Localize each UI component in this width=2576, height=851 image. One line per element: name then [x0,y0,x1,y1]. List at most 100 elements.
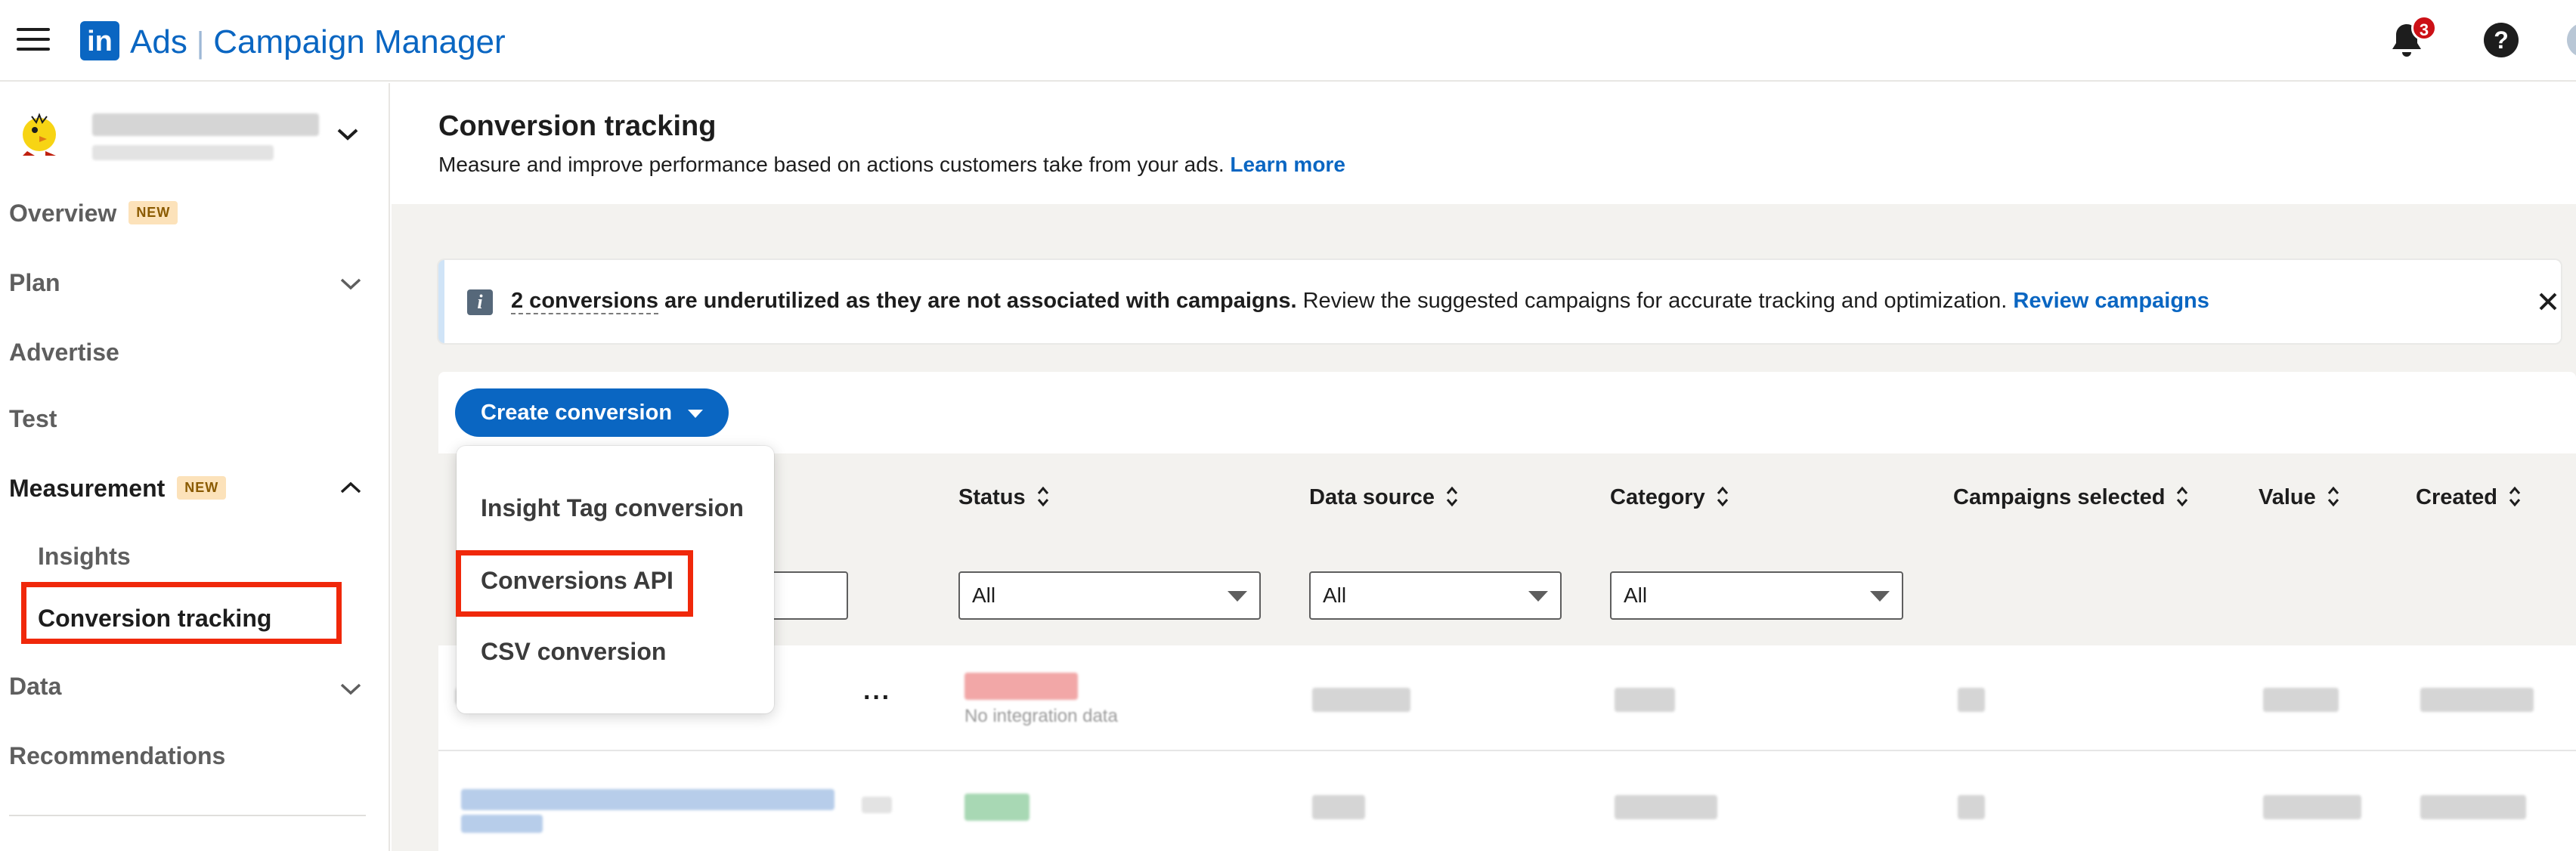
sidebar: Overview NEW Plan Advertise Test Measurem… [0,83,390,851]
data-source-redacted [1312,795,1365,819]
sort-icon [2327,487,2339,507]
data-source-redacted [1312,688,1410,712]
more-actions-icon[interactable]: ··· [863,683,891,713]
column-label: Created [2416,485,2497,509]
learn-more-link[interactable]: Learn more [1230,153,1345,176]
campaigns-redacted [1958,688,1985,712]
product-name: Ads [130,23,187,60]
column-label: Category [1610,485,1705,509]
status-redacted [964,673,1078,700]
sidebar-item-overview[interactable]: Overview NEW [9,200,178,227]
account-avatar-icon [23,113,56,156]
sidebar-item-data[interactable]: Data [9,673,61,701]
new-badge: NEW [177,476,227,500]
filter-value: All [972,583,996,607]
page-title: Conversion tracking [438,110,717,142]
page-header: Conversion tracking Measure and improve … [392,83,2576,204]
title-separator: | [196,26,205,60]
campaigns-redacted [1958,795,1985,819]
create-conversion-label: Create conversion [481,401,673,425]
alert-text: Review the suggested campaigns for accur… [1302,289,2008,313]
new-badge: NEW [128,201,178,225]
sort-icon [2177,487,2188,507]
data-source-filter-select[interactable]: All [1309,571,1562,620]
table-row[interactable] [438,753,2576,851]
linkedin-logo[interactable]: in [80,21,119,60]
sidebar-divider [9,815,366,816]
dropdown-arrow-icon [1870,591,1890,602]
chevron-down-icon[interactable] [339,680,363,697]
column-header-campaigns-selected[interactable]: Campaigns selected [1953,485,2189,510]
chevron-up-icon[interactable] [339,479,363,496]
dropdown-arrow-icon [1228,591,1247,602]
column-header-value[interactable]: Value [2259,485,2340,510]
sidebar-item-label: Plan [9,269,60,296]
sidebar-item-label: Recommendations [9,742,226,769]
user-avatar[interactable] [2567,23,2576,57]
column-label: Status [958,485,1026,509]
app-name: Campaign Manager [213,23,506,60]
page-subtitle: Measure and improve performance based on… [438,153,1345,177]
id-redacted [862,797,892,813]
value-redacted [2263,795,2361,819]
column-label: Data source [1309,485,1435,509]
app-title[interactable]: Ads | Campaign Manager [130,21,506,64]
menu-item-insight-tag-conversion[interactable]: Insight Tag conversion [481,494,744,522]
alert-bold-text: are underutilized as they are not associ… [664,289,1297,313]
alert-message: 2 conversions are underutilized as they … [511,289,2209,314]
sidebar-item-advertise[interactable]: Advertise [9,339,119,367]
category-redacted [1615,688,1675,712]
sidebar-item-label: Overview [9,200,117,227]
account-name-redacted [92,113,319,136]
top-bar: in Ads | Campaign Manager 3 ? [0,0,2576,82]
created-redacted [2420,795,2526,819]
column-header-status[interactable]: Status [958,485,1050,510]
sort-icon [1037,487,1048,507]
caret-down-icon [688,410,703,418]
status-filter-select[interactable]: All [958,571,1261,620]
column-label: Value [2259,485,2316,509]
review-campaigns-link[interactable]: Review campaigns [2013,289,2209,313]
sidebar-item-label: Conversion tracking [38,605,272,632]
create-conversion-button[interactable]: Create conversion [455,388,729,437]
dropdown-arrow-icon [1528,591,1548,602]
created-redacted [2420,688,2534,712]
notification-count-badge: 3 [2411,15,2437,41]
value-redacted [2263,688,2339,712]
chevron-down-icon[interactable] [339,275,363,292]
info-icon: i [467,289,493,315]
account-id-redacted [92,145,274,160]
sidebar-item-conversion-tracking[interactable]: Conversion tracking [38,605,271,633]
column-header-category[interactable]: Category [1610,485,1729,510]
status-note: No integration data [964,706,1118,726]
category-filter-select[interactable]: All [1610,571,1903,620]
chevron-down-icon [337,128,358,141]
sort-icon [2509,487,2521,507]
conversion-name-redacted [461,815,543,833]
sidebar-item-recommendations[interactable]: Recommendations [9,742,225,770]
conversion-name-redacted [461,789,834,810]
column-header-created[interactable]: Created [2416,485,2522,510]
sidebar-item-label: Measurement [9,475,166,502]
account-switcher[interactable] [17,106,379,166]
menu-item-csv-conversion[interactable]: CSV conversion [481,638,666,666]
help-icon[interactable]: ? [2484,23,2519,57]
sidebar-item-plan[interactable]: Plan [9,269,60,297]
column-label: Campaigns selected [1953,485,2166,509]
sort-icon [1717,487,1728,507]
underutilized-alert: i 2 conversions are underutilized as the… [438,260,2561,343]
hamburger-menu-icon[interactable] [17,28,50,52]
sidebar-item-insights[interactable]: Insights [38,543,131,571]
sidebar-item-test[interactable]: Test [9,405,57,433]
sort-icon [1446,487,1458,507]
conversions-count-link[interactable]: 2 conversions [511,289,659,314]
status-redacted [964,794,1029,821]
close-icon[interactable] [2535,289,2561,314]
conversions-api-highlight [456,550,693,617]
category-redacted [1615,795,1717,819]
sidebar-item-label: Insights [38,543,131,570]
filter-value: All [1624,583,1648,607]
sidebar-item-measurement[interactable]: Measurement NEW [9,475,227,503]
sidebar-item-label: Data [9,673,62,700]
column-header-data-source[interactable]: Data source [1309,485,1459,510]
